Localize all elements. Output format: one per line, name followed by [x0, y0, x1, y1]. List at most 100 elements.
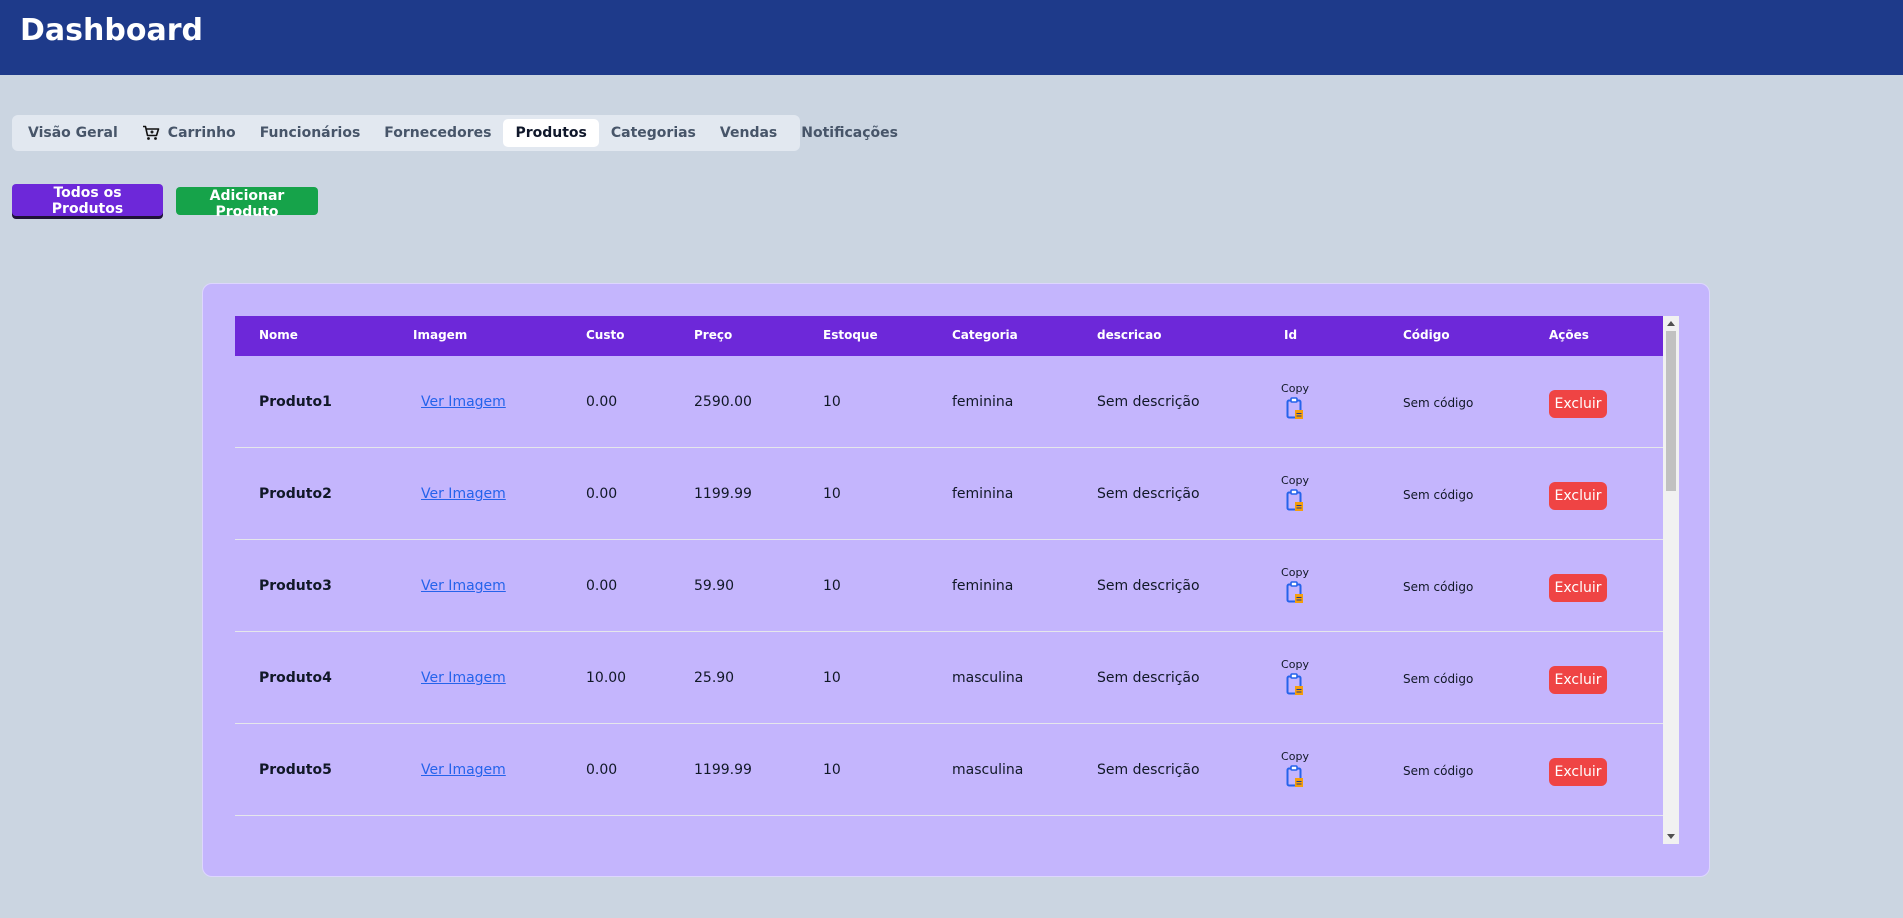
product-category: masculina	[952, 670, 1024, 686]
view-image-link[interactable]: Ver Imagem	[421, 762, 506, 778]
view-image-link[interactable]: Ver Imagem	[421, 486, 506, 502]
product-price: 1199.99	[694, 762, 752, 778]
column-header-preco: Preço	[694, 328, 733, 342]
product-code: Sem código	[1403, 764, 1474, 778]
tab-fornecedores[interactable]: Fornecedores	[372, 119, 503, 147]
product-stock: 10	[823, 394, 841, 410]
tab-produtos[interactable]: Produtos	[503, 119, 599, 147]
product-name: Produto3	[259, 578, 332, 594]
product-cost: 0.00	[586, 578, 618, 594]
delete-button[interactable]: Excluir	[1549, 574, 1607, 602]
copy-id-button[interactable]: Copy	[1275, 382, 1315, 421]
add-product-button[interactable]: Adicionar Produto	[176, 187, 318, 220]
table-row: Produto5 Ver Imagem 0.00 1199.99 10 masculina…	[235, 724, 1663, 816]
product-description: Sem descrição	[1097, 670, 1200, 686]
cart-icon	[142, 125, 160, 141]
product-price: 59.90	[694, 578, 735, 594]
copy-label: Copy	[1281, 750, 1309, 763]
product-price: 25.90	[694, 670, 735, 686]
product-category: feminina	[952, 394, 1014, 410]
page-title: Dashboard	[20, 13, 203, 48]
product-cost: 0.00	[586, 762, 618, 778]
column-header-id: Id	[1284, 328, 1298, 342]
clipboard-icon[interactable]	[1275, 581, 1315, 605]
product-stock: 10	[823, 670, 841, 686]
product-name: Produto4	[259, 670, 332, 686]
copy-id-button[interactable]: Copy	[1275, 474, 1315, 513]
product-cost: 10.00	[586, 670, 627, 686]
table-header: Nome Imagem Custo Preço Estoque Categori…	[235, 316, 1663, 356]
product-description: Sem descrição	[1097, 578, 1200, 594]
tab-carrinho[interactable]: Carrinho	[130, 119, 248, 147]
product-code: Sem código	[1403, 488, 1474, 502]
product-cost: 0.00	[586, 486, 618, 502]
tab-bar: Visão Geral Carrinho Funcionários Fornec…	[12, 115, 898, 151]
product-description: Sem descrição	[1097, 762, 1200, 778]
copy-label: Copy	[1281, 566, 1309, 579]
view-image-link[interactable]: Ver Imagem	[421, 394, 506, 410]
scroll-thumb[interactable]	[1666, 331, 1676, 491]
column-header-acoes: Ações	[1549, 328, 1589, 342]
product-price: 1199.99	[694, 486, 752, 502]
copy-label: Copy	[1281, 658, 1309, 671]
clipboard-icon[interactable]	[1275, 397, 1315, 421]
table-row: Produto3 Ver Imagem 0.00 59.90 10 feminina Sem…	[235, 540, 1663, 632]
product-name: Produto2	[259, 486, 332, 502]
column-header-estoque: Estoque	[823, 328, 878, 342]
top-bar: Dashboard	[0, 0, 1903, 75]
product-category: masculina	[952, 762, 1024, 778]
product-code: Sem código	[1403, 396, 1474, 410]
tab-label: Vendas	[719, 125, 778, 141]
copy-id-button[interactable]: Copy	[1275, 566, 1315, 605]
delete-button[interactable]: Excluir	[1549, 482, 1607, 510]
copy-id-button[interactable]: Copy	[1275, 750, 1315, 789]
column-header-categoria: Categoria	[952, 328, 1018, 342]
product-stock: 10	[823, 486, 841, 502]
product-code: Sem código	[1403, 580, 1474, 594]
tab-visao-geral[interactable]: Visão Geral	[16, 119, 130, 147]
tab-label: Visão Geral	[28, 125, 118, 141]
view-image-link[interactable]: Ver Imagem	[421, 578, 506, 594]
product-stock: 10	[823, 762, 841, 778]
all-products-button[interactable]: Todos os Produtos	[12, 184, 163, 217]
clipboard-icon[interactable]	[1275, 673, 1315, 697]
tab-categorias[interactable]: Categorias	[599, 119, 708, 147]
product-cost: 0.00	[586, 394, 618, 410]
product-description: Sem descrição	[1097, 394, 1200, 410]
tab-notificacoes[interactable]: Notificações	[789, 119, 910, 147]
tab-label: Categorias	[610, 125, 696, 141]
product-description: Sem descrição	[1097, 486, 1200, 502]
copy-label: Copy	[1281, 382, 1309, 395]
product-category: feminina	[952, 486, 1014, 502]
product-category: feminina	[952, 578, 1014, 594]
product-code: Sem código	[1403, 672, 1474, 686]
table-row: Produto1 Ver Imagem 0.00 2590.00 10 feminina S…	[235, 356, 1663, 448]
column-header-nome: Nome	[259, 328, 298, 342]
tab-label: Funcionários	[259, 125, 361, 141]
table-row: Produto2 Ver Imagem 0.00 1199.99 10 feminina S…	[235, 448, 1663, 540]
product-name: Produto1	[259, 394, 332, 410]
tab-label: Notificações	[801, 125, 898, 141]
product-price: 2590.00	[694, 394, 752, 410]
table-row: Produto4 Ver Imagem 10.00 25.90 10 masculina S…	[235, 632, 1663, 724]
scroll-down-arrow-icon[interactable]	[1667, 834, 1675, 839]
tab-label: Carrinho	[167, 125, 236, 141]
tab-label: Produtos	[515, 125, 587, 141]
tab-funcionarios[interactable]: Funcionários	[248, 119, 373, 147]
products-panel: Nome Imagem Custo Preço Estoque Categori…	[202, 283, 1710, 877]
product-name: Produto5	[259, 762, 332, 778]
delete-button[interactable]: Excluir	[1549, 666, 1607, 694]
tab-vendas[interactable]: Vendas	[708, 119, 789, 147]
table-scrollbar[interactable]	[1663, 316, 1679, 844]
view-image-link[interactable]: Ver Imagem	[421, 670, 506, 686]
tab-label: Fornecedores	[384, 125, 492, 141]
products-table: Nome Imagem Custo Preço Estoque Categori…	[235, 316, 1679, 844]
clipboard-icon[interactable]	[1275, 765, 1315, 789]
delete-button[interactable]: Excluir	[1549, 390, 1607, 418]
copy-id-button[interactable]: Copy	[1275, 658, 1315, 697]
column-header-custo: Custo	[586, 328, 625, 342]
scroll-up-arrow-icon[interactable]	[1667, 321, 1675, 326]
clipboard-icon[interactable]	[1275, 489, 1315, 513]
copy-label: Copy	[1281, 474, 1309, 487]
delete-button[interactable]: Excluir	[1549, 758, 1607, 786]
